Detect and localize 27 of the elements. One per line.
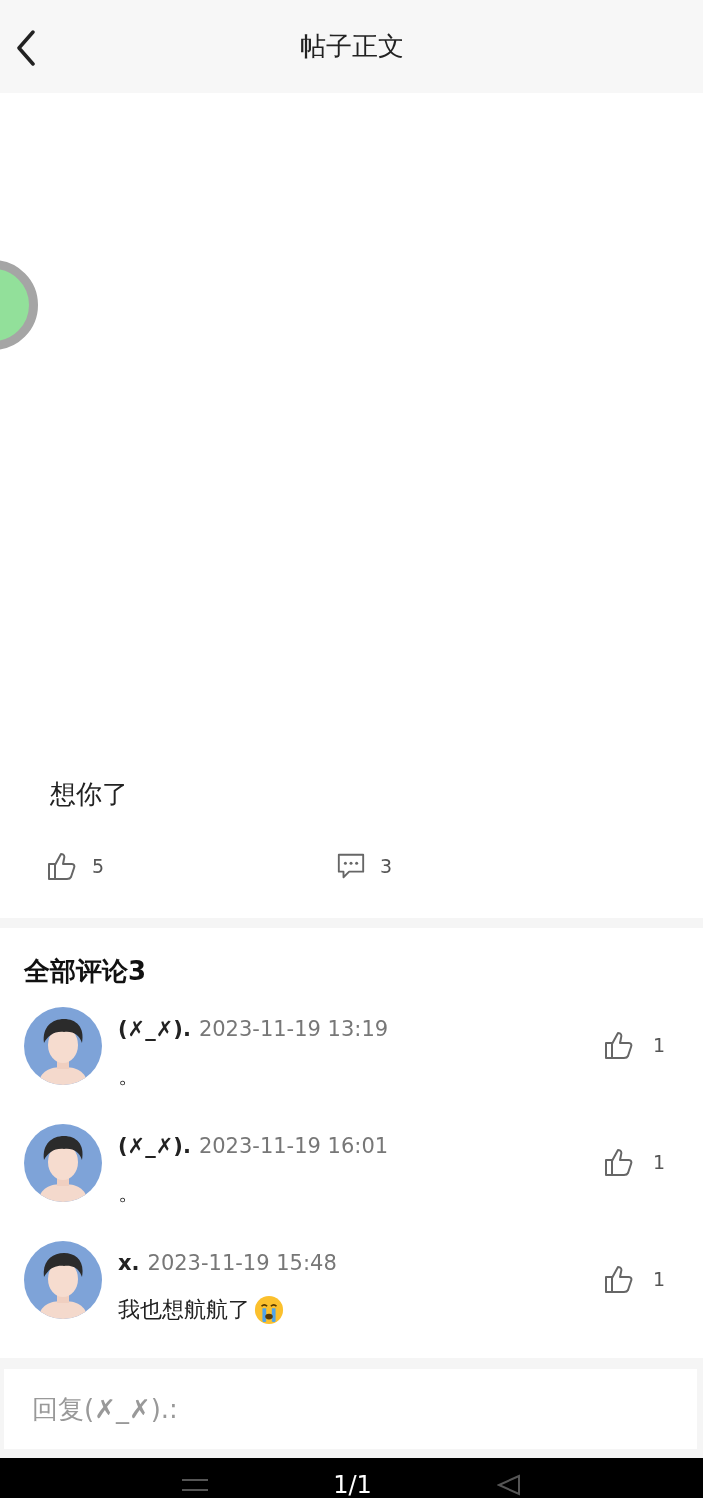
menu-icon[interactable] [182,1477,209,1492]
back-icon[interactable] [16,30,36,66]
comment-text: 我也想航航了 [118,1296,250,1324]
thumbs-up-icon[interactable] [603,1263,635,1295]
comment-time: 2023-11-19 13:19 [198,1017,389,1041]
like-count: 1 [653,1034,666,1056]
thumbs-up-icon[interactable] [603,1146,635,1178]
like-count: 5 [92,855,105,877]
comment-time: 2023-11-19 16:01 [198,1134,389,1158]
comment-text: 。 [118,1179,140,1207]
page-indicator: 1/1 [333,1470,372,1498]
thumbs-up-icon[interactable] [603,1029,635,1061]
comment-text: 。 [118,1062,140,1090]
reply-field[interactable]: 回复(✗_✗).: [4,1369,697,1449]
comments-heading: 全部评论3 [24,955,148,988]
comment-author: x. [118,1251,140,1275]
crying-face-icon [254,1295,284,1325]
comment-time: 2023-11-19 15:48 [147,1251,337,1275]
post-text: 想你了 [50,778,129,811]
thumbs-up-icon[interactable] [46,850,78,882]
comment-author: (✗_✗). [118,1134,191,1158]
page-title: 帖子正文 [299,30,404,63]
like-count: 1 [653,1268,666,1290]
like-count: 1 [653,1151,666,1173]
comment-count: 3 [380,855,393,877]
comment-author: (✗_✗). [118,1017,191,1041]
comment-icon[interactable] [336,851,366,881]
